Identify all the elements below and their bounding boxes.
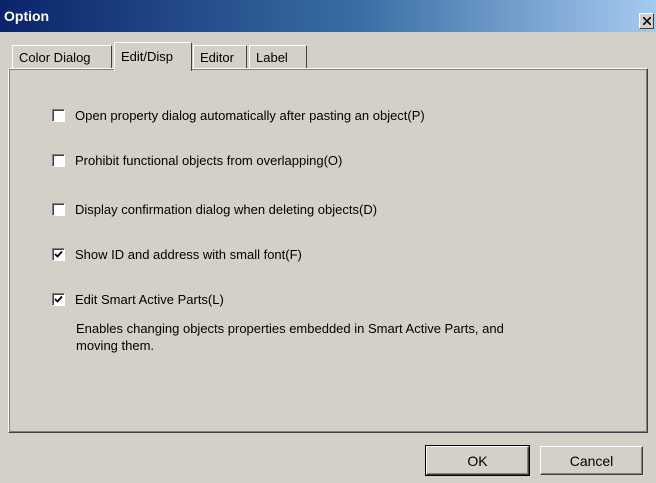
title-bar[interactable]: Option — [0, 0, 656, 32]
option-label: Open property dialog automatically after… — [75, 107, 425, 123]
tab-editor[interactable]: Editor — [193, 45, 247, 69]
tab-label: Color Dialog — [19, 50, 91, 65]
option-edit-smart-active-parts[interactable]: Edit Smart Active Parts(L) — [52, 291, 224, 307]
checkbox[interactable] — [52, 153, 65, 167]
checkbox[interactable] — [52, 292, 65, 306]
checkbox[interactable] — [52, 108, 65, 122]
checkbox[interactable] — [52, 202, 65, 216]
option-description: Enables changing objects properties embe… — [76, 321, 504, 353]
tab-label-tab[interactable]: Label — [249, 45, 307, 69]
tab-label: Label — [256, 50, 288, 65]
option-open-property-dialog[interactable]: Open property dialog automatically after… — [52, 107, 425, 123]
tab-label: Editor — [200, 50, 234, 65]
button-label: Cancel — [569, 452, 614, 469]
button-label: OK — [467, 452, 488, 469]
option-small-font[interactable]: Show ID and address with small font(F) — [52, 246, 302, 262]
option-label: Show ID and address with small font(F) — [75, 246, 302, 262]
tab-color-dialog[interactable]: Color Dialog — [12, 45, 112, 69]
close-icon — [643, 17, 651, 25]
option-dialog: Option Color Dialog Edit/Disp Editor Lab… — [0, 0, 656, 483]
window-title: Option — [4, 8, 50, 24]
option-label: Display confirmation dialog when deletin… — [75, 201, 378, 217]
tab-label: Edit/Disp — [121, 49, 174, 64]
option-confirm-delete[interactable]: Display confirmation dialog when deletin… — [52, 201, 377, 217]
checkmark-icon — [54, 295, 63, 303]
checkmark-icon — [54, 250, 63, 258]
tab-edit-disp[interactable]: Edit/Disp — [114, 42, 192, 71]
cancel-button[interactable]: Cancel — [540, 446, 643, 475]
close-button[interactable] — [639, 13, 654, 29]
option-label: Edit Smart Active Parts(L) — [75, 291, 224, 307]
option-label: Prohibit functional objects from overlap… — [75, 152, 343, 168]
checkbox[interactable] — [52, 247, 65, 261]
ok-button[interactable]: OK — [425, 445, 530, 476]
option-prohibit-overlapping[interactable]: Prohibit functional objects from overlap… — [52, 152, 342, 168]
